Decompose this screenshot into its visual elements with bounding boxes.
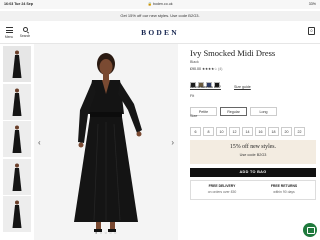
rating-stars[interactable]: ★★★★☆ [202,67,217,71]
fit-label: Fit [190,94,195,98]
thumbnail-strip [3,46,33,234]
size-option-18[interactable]: 18 [268,127,279,136]
thumbnail-5[interactable] [3,196,31,232]
size-option-10[interactable]: 10 [216,127,227,136]
fit-options: Petite Regular Long [190,100,316,116]
free-delivery-sub: on orders over £50 [207,189,237,194]
size-guide-link[interactable]: Size guide [234,85,251,89]
offer-title: 15% off new styles. [230,144,276,150]
site-header: Menu Search BODEN 0 [0,22,320,44]
color-swatches [190,75,316,88]
product-price: £90.00 [190,67,201,71]
size-option-16[interactable]: 16 [255,127,266,136]
status-bar: 16:03 Tue 24 Sep 🔒 boden.co.uk 33% [0,0,320,9]
price-rating-row: £90.00 ★★★★☆ (4) [190,67,316,71]
shopping-bag-icon[interactable]: 0 [308,27,315,35]
delivery-info: FREE DELIVERY on orders over £50 FREE RE… [190,180,316,200]
main-product-image[interactable]: ‹ › ● ○ ○ ○ ○ [34,44,178,240]
add-to-bag-button[interactable]: ADD TO BAG [190,168,316,177]
thumbnail-model-figure [12,200,22,228]
free-delivery: FREE DELIVERY on orders over £50 [191,184,253,194]
size-option-6[interactable]: 6 [190,127,201,136]
size-options: 6 8 10 12 14 16 18 20 22 [190,120,316,138]
boden-logo[interactable]: BODEN [0,28,320,37]
offer-code: Use code B2G3 [239,153,267,157]
promo-banner[interactable]: Get 15% off our new styles. Use code B2G… [0,11,320,21]
product-page: 16:03 Tue 24 Sep 🔒 boden.co.uk 33% Get 1… [0,0,320,240]
which-size-link[interactable]: Which size fits me? [190,85,221,89]
model-photo [34,44,178,240]
product-info: Ivy Smocked Midi Dress Black £90.00 ★★★★… [190,44,316,200]
fit-option-long[interactable]: Long [250,107,277,116]
rating-count[interactable]: (4) [218,67,222,71]
fit-option-regular[interactable]: Regular [220,107,247,116]
battery-indicator: 33% [308,2,316,6]
carousel-dots[interactable]: ● ○ ○ ○ ○ [34,230,178,235]
chat-icon[interactable] [303,223,317,237]
thumbnail-model-figure [12,50,22,78]
carousel-prev-arrow[interactable]: ‹ [38,138,41,147]
size-links: Which size fits me? Size guide [190,85,316,91]
thumbnail-model-figure [12,163,22,191]
free-returns: FREE RETURNS within 90 days [253,184,315,194]
free-returns-title: FREE RETURNS [270,184,298,188]
thumbnail-model-figure [12,88,22,116]
size-option-12[interactable]: 12 [229,127,240,136]
offer-banner: 15% off new styles. Use code B2G3 [190,140,316,164]
thumbnail-2[interactable] [3,83,31,120]
carousel-next-arrow[interactable]: › [171,138,174,147]
bag-count: 0 [310,29,313,33]
size-option-20[interactable]: 20 [281,127,292,136]
product-title: Ivy Smocked Midi Dress [190,48,276,58]
address-bar[interactable]: 🔒 boden.co.uk [0,2,320,6]
size-option-14[interactable]: 14 [242,127,253,136]
free-returns-sub: within 90 days [273,189,295,194]
size-option-22[interactable]: 22 [294,127,305,136]
product-color-name: Black [190,60,199,64]
thumbnail-1[interactable] [3,46,31,82]
thumbnail-3[interactable] [3,121,31,157]
size-option-8[interactable]: 8 [203,127,214,136]
promo-text: Get 15% off our new styles. Use code B2G… [120,13,200,18]
thumbnail-4[interactable] [3,158,31,195]
thumbnail-model-figure [12,125,22,153]
free-delivery-title: FREE DELIVERY [208,184,236,188]
